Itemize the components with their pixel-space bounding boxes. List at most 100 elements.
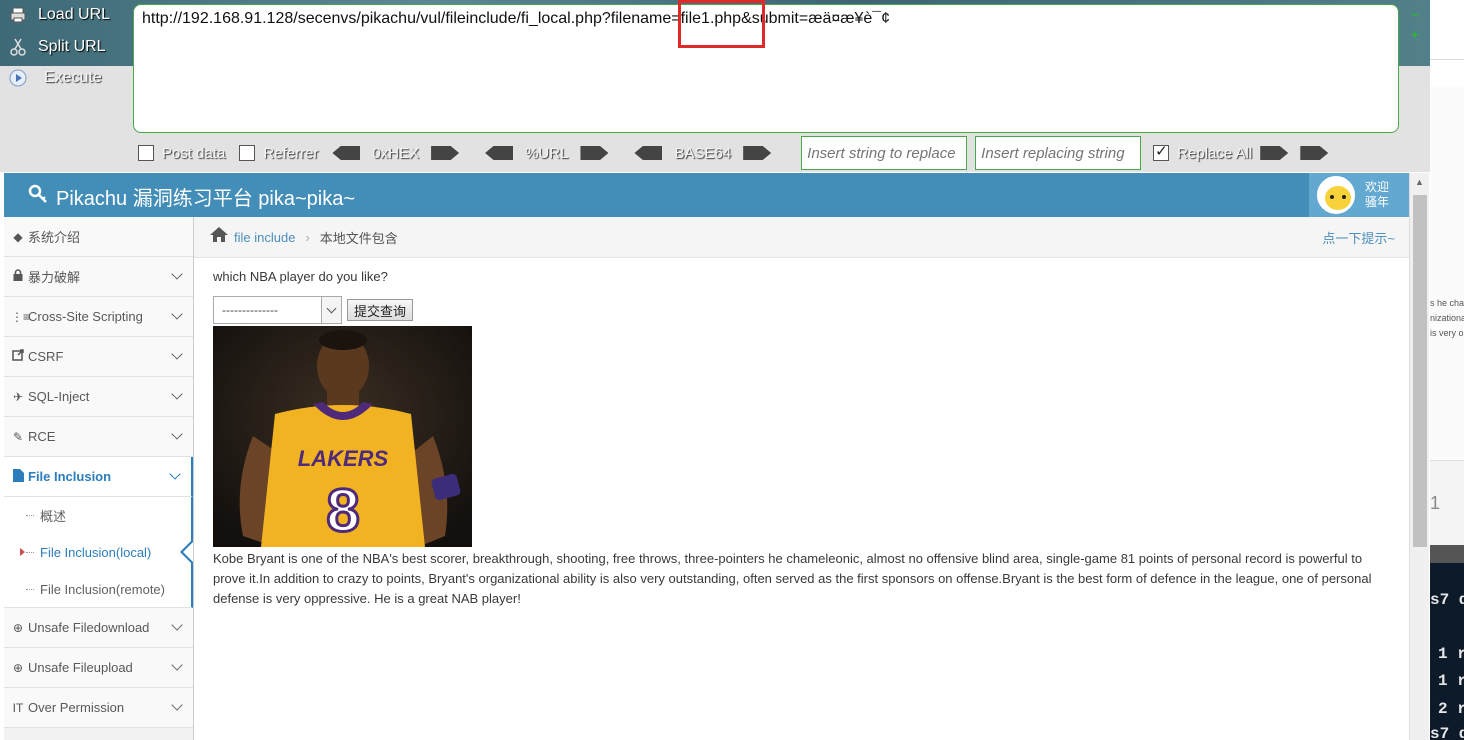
file-icon (11, 468, 25, 485)
referrer-checkbox[interactable] (239, 145, 256, 161)
breadcrumb-separator-icon: › (305, 229, 310, 245)
background-window-pager: 1 (1430, 460, 1464, 545)
base64-label: BASE64 (674, 144, 732, 162)
chevron-down-icon (171, 268, 183, 280)
chevron-down-icon (171, 619, 183, 631)
sidebar-item-label: RCE (28, 429, 56, 444)
scroll-up-icon[interactable]: ▲ (1410, 173, 1429, 191)
breadcrumb-link[interactable]: file include (234, 230, 295, 245)
background-window-text: s he cha nizationa is very o (1430, 296, 1464, 341)
sidebar-subitem-local[interactable]: File Inclusion(local) (4, 534, 193, 571)
sidebar-item-label: File Inclusion (28, 469, 112, 484)
sidebar-item-file-inclusion[interactable]: File Inclusion (4, 457, 193, 497)
user-menu[interactable]: 欢迎 骚年 (1309, 173, 1409, 217)
scroll-thumb[interactable] (1413, 195, 1427, 547)
split-url-button[interactable]: Split URL (8, 37, 106, 57)
sidebar-item-label: 系统介绍 (28, 230, 81, 245)
main-content: file include › 本地文件包含 点一下提示~ which NBA p… (194, 217, 1409, 740)
brand-title: Pikachu 漏洞练习平台 pika~pika~ (56, 188, 356, 210)
hex-label: 0xHEX (372, 144, 420, 162)
sidebar-item-sql-inject[interactable]: ✈ SQL-Inject (4, 377, 193, 417)
terminal-line: s7 d (1430, 591, 1464, 609)
replace-string-input[interactable] (801, 136, 968, 170)
execute-button[interactable]: Execute (8, 68, 102, 88)
select-value: -------------- (222, 303, 278, 317)
referrer-label: Referrer (263, 144, 319, 162)
page-body: which NBA player do you like? ----------… (194, 258, 1409, 619)
post-data-label: Post data (162, 144, 226, 162)
terminal-line: 2 r (1438, 700, 1464, 718)
background-window-panel (1430, 86, 1464, 466)
snippet-line: is very o (1430, 328, 1464, 338)
url-encode-arrow-icon[interactable] (580, 146, 609, 160)
sidebar-item-unsafe-upload[interactable]: ⊕ Unsafe Fileupload (4, 648, 193, 688)
minus-icon[interactable]: − (1408, 8, 1422, 22)
base64-encode-arrow-icon[interactable] (743, 146, 772, 160)
page-scrollbar[interactable]: ▲ (1409, 173, 1429, 740)
play-icon (8, 68, 28, 88)
submit-button[interactable]: 提交查询 (347, 299, 414, 321)
welcome-line2: 骚年 (1365, 195, 1390, 209)
sidebar-subitem-overview[interactable]: 概述 (4, 497, 193, 534)
replace-all-arrow-icon[interactable] (1260, 146, 1289, 160)
home-icon[interactable] (210, 227, 228, 247)
welcome-line1: 欢迎 (1365, 180, 1390, 194)
sidebar-item-label: Over Permission (28, 700, 125, 715)
sidebar-subitem-label: File Inclusion(local) (40, 545, 152, 560)
sidebar-subitem-remote[interactable]: File Inclusion(remote) (4, 571, 193, 608)
replace-all-checkbox[interactable] (1153, 142, 1170, 161)
sidebar-item-unsafe-download[interactable]: ⊕ Unsafe Filedownload (4, 608, 193, 648)
upload-icon: ⊕ (12, 660, 24, 675)
question-text: which NBA player do you like? (213, 269, 388, 284)
url-decode-arrow-icon[interactable] (485, 146, 514, 160)
jersey-number-text: 8 (326, 477, 359, 544)
sidebar-item-brute-force[interactable]: 暴力破解 (4, 257, 193, 297)
lock-icon (11, 269, 25, 284)
hackbar-options: Post data Referrer 0xHEX %URL BASE64 Rep… (138, 136, 1329, 170)
terminal-line: 1 r (1438, 672, 1464, 690)
post-data-option[interactable]: Post data (138, 145, 225, 162)
player-description: Kobe Bryant is one of the NBA's best sco… (213, 551, 1372, 606)
player-form: -------------- 提交查询 (213, 296, 1390, 324)
welcome-text: 欢迎 骚年 (1365, 180, 1389, 210)
url-textarea[interactable]: http://192.168.91.128/secenvs/pikachu/vu… (133, 4, 1399, 133)
brand[interactable]: Pikachu 漏洞练习平台 pika~pika~ (28, 182, 355, 211)
active-pointer (183, 542, 193, 562)
sidebar-item-label: Unsafe Fileupload (28, 660, 133, 675)
sidebar-item-rce[interactable]: ✎ RCE (4, 417, 193, 457)
sidebar: ◆ 系统介绍 暴力破解 ⋮≡ Cross-Site Scripting CSRF… (4, 217, 194, 740)
background-window-top (1430, 0, 1464, 60)
sidebar-subitem-label: File Inclusion(remote) (40, 581, 165, 597)
hex-encode-arrow-icon[interactable] (431, 146, 460, 160)
sidebar-item-label: 暴力破解 (28, 270, 81, 285)
share-icon (11, 349, 25, 364)
sidebar-item-xss[interactable]: ⋮≡ Cross-Site Scripting (4, 297, 193, 337)
pager-text: 1 (1430, 493, 1441, 513)
sidebar-item-label: CSRF (28, 349, 64, 364)
sidebar-item-over-permission[interactable]: IT Over Permission (4, 688, 193, 728)
hackbar-toolbar: Load URL Split URL Execute http://192.16… (0, 0, 1430, 172)
chevron-down-icon (171, 308, 183, 320)
player-select[interactable]: -------------- (213, 296, 342, 324)
chevron-down-icon (171, 659, 183, 671)
load-url-label: Load URL (38, 6, 111, 23)
load-url-button[interactable]: Load URL (8, 5, 110, 25)
replace-next-arrow-icon[interactable] (1300, 146, 1329, 160)
hex-decode-arrow-icon[interactable] (332, 146, 361, 160)
chevron-down-icon (171, 388, 183, 400)
replace-all-option[interactable]: Replace All (1153, 142, 1289, 162)
hint-link[interactable]: 点一下提示~ (1322, 228, 1395, 247)
base64-decode-arrow-icon[interactable] (634, 146, 663, 160)
replacing-string-input[interactable] (975, 136, 1142, 170)
referrer-option[interactable]: Referrer (239, 145, 318, 162)
post-data-checkbox[interactable] (138, 145, 154, 161)
sidebar-item-label: SQL-Inject (28, 389, 90, 404)
sidebar-subitem-label: 概述 (40, 509, 67, 524)
plus-icon[interactable]: + (1408, 28, 1422, 42)
plane-icon: ✈ (12, 389, 24, 404)
player-photo: LAKERS 8 (213, 326, 472, 547)
sidebar-item-intro[interactable]: ◆ 系统介绍 (4, 217, 193, 257)
sidebar-item-csrf[interactable]: CSRF (4, 337, 193, 377)
dropdown-arrow-icon[interactable] (321, 297, 341, 323)
hex-converter: 0xHEX (332, 144, 460, 162)
